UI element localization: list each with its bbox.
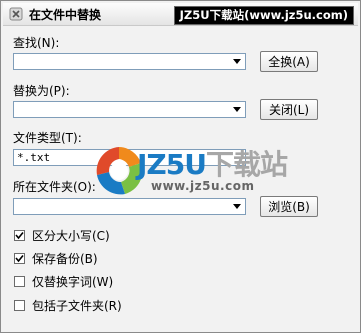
replace-combo[interactable]	[13, 101, 246, 118]
folder-label: 所在文件夹(O):	[13, 180, 96, 194]
save-backup-option[interactable]: 保存备份(B)	[14, 250, 98, 266]
filetype-label: 文件类型(T):	[13, 131, 82, 145]
folder-dropdown-button[interactable]	[230, 200, 244, 213]
checkmark-icon	[15, 254, 24, 262]
chevron-down-icon	[233, 204, 241, 209]
whole-word-label: 仅替换字词(W)	[32, 274, 114, 289]
logo-brand-cn: 下载站	[205, 148, 288, 181]
logo-brand-latin: JZ5U	[137, 148, 207, 181]
match-case-checkbox[interactable]	[14, 229, 25, 241]
chevron-down-icon	[233, 107, 241, 112]
whole-word-checkbox[interactable]	[14, 275, 25, 287]
chevron-down-icon	[233, 59, 241, 64]
window-title: 在文件中替换	[29, 8, 102, 22]
watermark-logo: JZ5U下载站 www.jz5u.com	[89, 141, 289, 201]
logo-brand: JZ5U下载站	[137, 143, 288, 183]
watermark-banner: JZ5U下载站(www.jz5u.com)	[173, 6, 354, 25]
app-icon	[9, 7, 23, 21]
replace-label: 替换为(P):	[13, 84, 70, 98]
save-backup-label: 保存备份(B)	[32, 251, 98, 266]
replace-in-files-dialog: 在文件中替换 JZ5U下载站(www.jz5u.com) 查找(N): 全换(A…	[0, 0, 361, 333]
find-combo[interactable]	[13, 53, 246, 70]
include-subfolders-option[interactable]: 包括子文件夹(R)	[14, 297, 122, 313]
include-subfolders-label: 包括子文件夹(R)	[32, 298, 122, 313]
replace-dropdown-button[interactable]	[230, 103, 244, 116]
include-subfolders-checkbox[interactable]	[14, 299, 25, 311]
find-label: 查找(N):	[13, 36, 60, 50]
title-bar[interactable]: 在文件中替换 JZ5U下载站(www.jz5u.com)	[3, 3, 358, 26]
logo-url: www.jz5u.com	[151, 179, 255, 193]
save-backup-checkbox[interactable]	[14, 252, 25, 264]
close-button[interactable]: 关闭(L)	[260, 99, 318, 120]
match-case-label: 区分大小写(C)	[32, 228, 110, 243]
whole-word-option[interactable]: 仅替换字词(W)	[14, 273, 113, 289]
filetype-value: *.txt	[17, 151, 51, 164]
find-dropdown-button[interactable]	[230, 55, 244, 68]
replace-all-button[interactable]: 全换(A)	[260, 51, 318, 72]
checkmark-icon	[15, 231, 24, 239]
match-case-option[interactable]: 区分大小写(C)	[14, 227, 110, 243]
